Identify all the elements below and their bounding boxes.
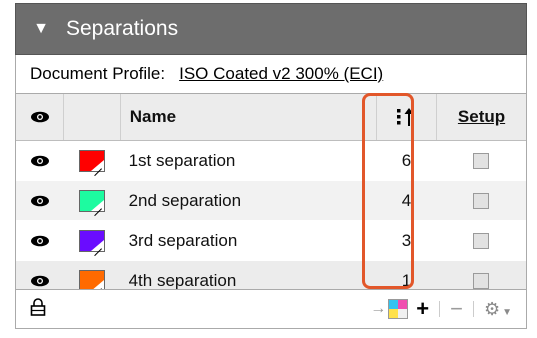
separations-table: Name Setup 1st separation 6 2nd separati… — [15, 93, 527, 301]
table-row[interactable]: 3rd separation 3 — [16, 221, 526, 261]
separation-name: 2nd separation — [128, 190, 242, 210]
gear-icon[interactable]: ⚙ ▼ — [484, 299, 512, 320]
panel-title: Separations — [66, 17, 179, 40]
visibility-eye-icon[interactable] — [16, 155, 64, 167]
separation-order: 4 — [401, 190, 412, 210]
add-separation-button[interactable]: + — [416, 296, 429, 322]
color-header — [63, 94, 121, 140]
visibility-eye-icon[interactable] — [16, 275, 64, 287]
setup-checkbox[interactable] — [473, 192, 490, 209]
separation-order: 6 — [401, 150, 412, 170]
separation-name: 4th separation — [128, 270, 237, 290]
setup-checkbox[interactable] — [473, 152, 490, 169]
name-column-header[interactable]: Name — [121, 107, 376, 127]
visibility-header-eye-icon[interactable] — [16, 111, 63, 123]
document-profile-row: Document Profile: ISO Coated v2 300% (EC… — [15, 55, 527, 93]
chevron-down-icon: ▼ — [502, 306, 512, 318]
setup-column-header[interactable]: Setup — [437, 107, 526, 127]
separations-panel: ▼ Separations Document Profile: ISO Coat… — [0, 0, 537, 338]
document-profile-label: Document Profile: — [30, 64, 166, 83]
table-row[interactable]: 2nd separation 4 — [16, 181, 526, 221]
separation-order: 3 — [401, 230, 412, 250]
color-swatch[interactable] — [78, 229, 105, 256]
document-profile-link[interactable]: ISO Coated v2 300% (ECI) — [179, 64, 383, 84]
separation-order: 1 — [401, 270, 412, 290]
color-swatch[interactable] — [78, 149, 105, 176]
arrow-right-icon: → — [370, 300, 387, 317]
color-model-icon[interactable] — [388, 299, 409, 319]
table-header: Name Setup — [16, 94, 526, 141]
separation-name: 3rd separation — [128, 230, 238, 250]
table-row[interactable]: 1st separation 6 — [16, 141, 526, 181]
visibility-eye-icon[interactable] — [16, 195, 64, 207]
lock-icon[interactable] — [30, 297, 50, 321]
setup-checkbox[interactable] — [473, 232, 490, 249]
separation-name: 1st separation — [128, 150, 236, 170]
setup-checkbox[interactable] — [473, 272, 490, 289]
color-swatch[interactable] — [78, 189, 105, 216]
visibility-eye-icon[interactable] — [16, 235, 64, 247]
collapse-triangle-icon[interactable]: ▼ — [16, 20, 66, 38]
panel-header[interactable]: ▼ Separations — [15, 3, 527, 55]
footer-divider — [472, 301, 474, 317]
footer-divider — [439, 301, 441, 317]
sort-order-icon[interactable] — [375, 94, 438, 140]
remove-separation-button[interactable]: − — [450, 296, 463, 322]
panel-footer: → + − ⚙ ▼ — [15, 289, 527, 329]
